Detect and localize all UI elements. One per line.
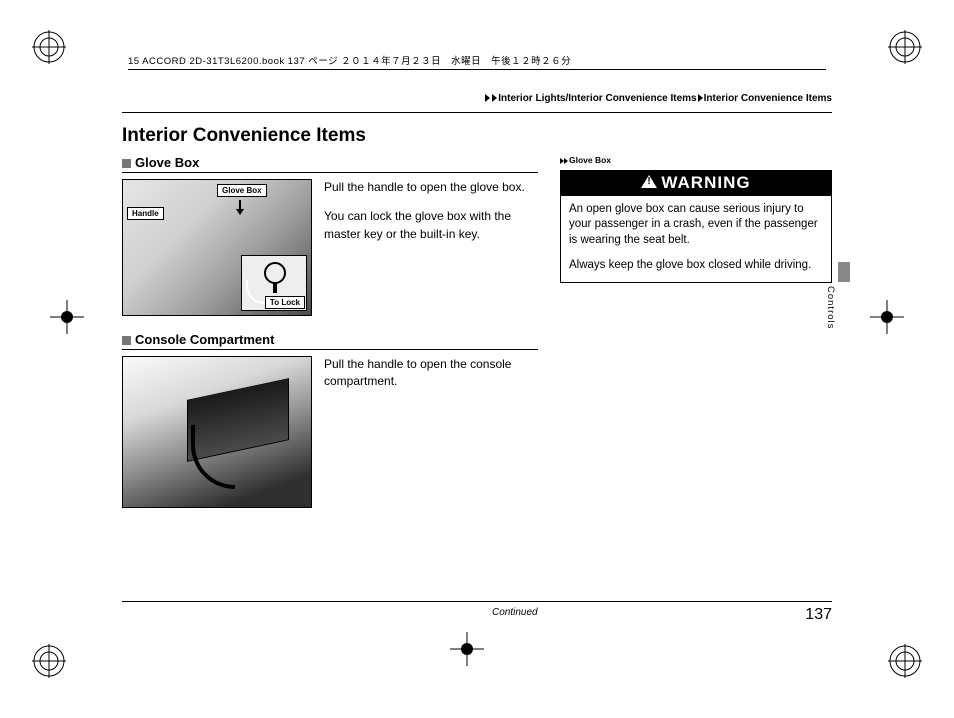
registration-mark-icon (50, 300, 84, 334)
section-heading-console: Console Compartment (122, 332, 538, 350)
crop-mark-icon (32, 644, 66, 678)
divider (122, 601, 832, 602)
arrow-down-icon (239, 200, 241, 214)
crop-mark-icon (888, 644, 922, 678)
chevron-right-icon (492, 94, 497, 102)
page-title: Interior Convenience Items (122, 125, 366, 147)
section-heading-text: Console Compartment (135, 332, 274, 347)
warning-text: Always keep the glove box closed while d… (569, 258, 823, 274)
section-heading-glove-box: Glove Box (122, 155, 538, 173)
breadcrumb-part: Interior Convenience Items (704, 93, 832, 104)
callout-handle: Handle (127, 207, 164, 220)
figure-glove-box: Glove Box Handle To Lock (122, 179, 312, 316)
source-file-line: 15 ACCORD 2D-31T3L6200.book 137 ページ ２０１４… (128, 53, 826, 70)
open-arrow-icon (191, 425, 235, 489)
body-text: Pull the handle to open the console comp… (324, 356, 538, 391)
registration-mark-icon (870, 300, 904, 334)
chevron-right-icon (698, 94, 703, 102)
warning-header: WARNING (561, 171, 831, 196)
chevron-right-icon (485, 94, 490, 102)
chevron-right-icon (560, 156, 568, 166)
divider (122, 112, 832, 113)
registration-mark-icon (450, 632, 484, 666)
warning-box: WARNING An open glove box can cause seri… (560, 170, 832, 283)
breadcrumb: Interior Lights/Interior Convenience Ite… (484, 93, 832, 104)
warning-label: WARNING (661, 173, 750, 192)
body-text: Pull the handle to open the glove box. (324, 179, 538, 196)
section-heading-text: Glove Box (135, 155, 199, 170)
warning-triangle-icon (641, 175, 657, 188)
crop-mark-icon (32, 30, 66, 64)
continued-label: Continued (492, 607, 538, 618)
sidebar-reference-text: Glove Box (569, 155, 611, 165)
thumb-tab (838, 262, 850, 282)
body-text: You can lock the glove box with the mast… (324, 208, 538, 243)
breadcrumb-part: Interior Lights/Interior Convenience Ite… (498, 93, 696, 104)
key-icon (273, 283, 277, 293)
section-tab-label: Controls (825, 286, 836, 329)
square-bullet-icon (122, 159, 131, 168)
square-bullet-icon (122, 336, 131, 345)
callout-to-lock: To Lock (265, 296, 305, 309)
page-number: 137 (805, 606, 832, 624)
warning-text: An open glove box can cause serious inju… (569, 202, 823, 249)
callout-glove-box: Glove Box (217, 184, 267, 197)
sidebar-reference: Glove Box (560, 155, 832, 166)
crop-mark-icon (888, 30, 922, 64)
figure-console-compartment (122, 356, 312, 508)
